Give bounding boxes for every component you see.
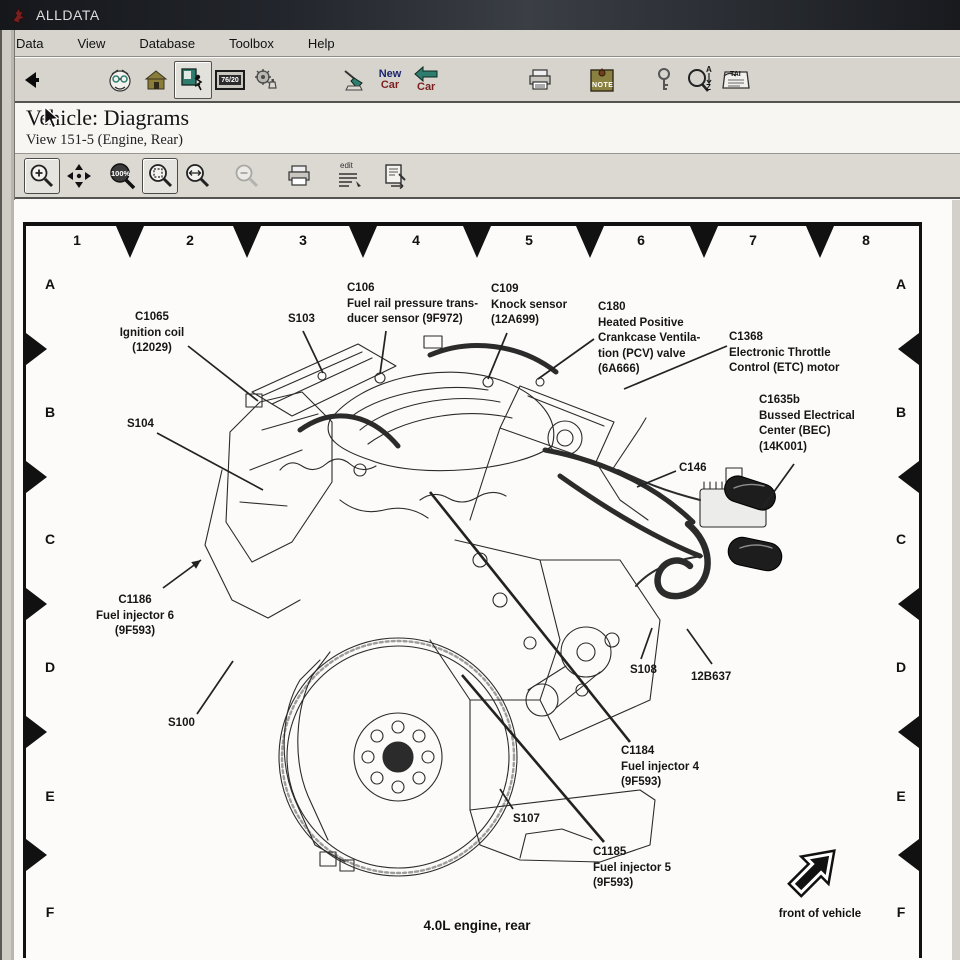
zoom-in-button[interactable] bbox=[24, 158, 60, 194]
zoom-region-button[interactable] bbox=[142, 158, 178, 194]
back-button[interactable] bbox=[14, 62, 50, 98]
new-car-button[interactable]: New Car bbox=[372, 62, 408, 98]
menu-bar: Data View Database Toolbox Help bbox=[0, 30, 960, 57]
menu-item-view[interactable]: View bbox=[73, 34, 109, 53]
shop-house-icon bbox=[143, 67, 169, 93]
heading-block: Vehicle: Diagrams View 151-5 (Engine, Re… bbox=[14, 103, 960, 153]
report-button[interactable] bbox=[378, 159, 412, 193]
wizard-face-icon bbox=[106, 66, 134, 94]
return-car-text: Car bbox=[417, 82, 435, 93]
printer-small-icon bbox=[286, 163, 312, 189]
note-text: NOTE bbox=[592, 82, 613, 89]
zoom-width-button[interactable] bbox=[180, 159, 214, 193]
zoom-region-icon bbox=[146, 162, 174, 190]
key-icon bbox=[653, 67, 675, 93]
edit-notes-button[interactable]: edit bbox=[332, 159, 366, 193]
print-diagram-button[interactable] bbox=[282, 159, 316, 193]
viewer-toolbar: 100% bbox=[14, 153, 960, 199]
catalog-button[interactable]: TAI bbox=[718, 62, 754, 98]
menu-item-toolbox[interactable]: Toolbox bbox=[225, 34, 278, 53]
shop-button[interactable] bbox=[138, 62, 174, 98]
new-car-bottom-text: Car bbox=[379, 80, 402, 91]
return-car-button[interactable]: Car bbox=[408, 62, 444, 98]
zoom-100-button[interactable]: 100% bbox=[106, 159, 140, 193]
pan-icon bbox=[65, 162, 93, 190]
data-screen-button[interactable] bbox=[174, 61, 212, 99]
return-arrow-icon bbox=[411, 65, 441, 83]
new-car-top-text: New bbox=[379, 69, 402, 80]
print-button[interactable] bbox=[522, 62, 558, 98]
window-frame-left bbox=[0, 30, 15, 960]
vehicle-wizard-button[interactable] bbox=[102, 62, 138, 98]
cleanup-button[interactable] bbox=[336, 62, 372, 98]
catalog-text: TAI bbox=[730, 71, 741, 78]
window-title: ALLDATA bbox=[36, 7, 100, 23]
title-bar: ALLDATA bbox=[0, 0, 960, 30]
mouse-cursor bbox=[42, 106, 62, 130]
zoom-100-text: 100% bbox=[111, 169, 130, 178]
zoom-out-icon bbox=[233, 162, 261, 190]
window-frame-right bbox=[951, 200, 960, 960]
search-z-text: Z bbox=[706, 84, 711, 92]
back-arrow-icon bbox=[21, 69, 43, 91]
page-title: Vehicle: Diagrams bbox=[26, 105, 960, 131]
page-subtitle: View 151-5 (Engine, Rear) bbox=[26, 132, 960, 149]
note-icon bbox=[588, 66, 616, 94]
printer-icon bbox=[527, 67, 553, 93]
new-car-icon: New Car bbox=[379, 69, 402, 91]
brush-icon bbox=[340, 66, 368, 94]
main-toolbar: 76/20 New Car bbox=[0, 58, 960, 103]
engine-parts-icon bbox=[252, 66, 280, 94]
zoom-width-icon bbox=[183, 162, 211, 190]
pan-button[interactable] bbox=[62, 159, 96, 193]
key-button[interactable] bbox=[646, 62, 682, 98]
engine-parts-button[interactable] bbox=[248, 62, 284, 98]
menu-item-database[interactable]: Database bbox=[135, 34, 199, 53]
menu-item-help[interactable]: Help bbox=[304, 34, 339, 53]
menu-item-data[interactable]: Data bbox=[12, 34, 47, 53]
search-button[interactable]: A Z bbox=[682, 62, 718, 98]
app-logo-icon bbox=[10, 6, 28, 24]
odometer-button[interactable]: 76/20 bbox=[212, 62, 248, 98]
notes-button[interactable]: NOTE bbox=[584, 62, 620, 98]
odometer-text: 76/20 bbox=[221, 77, 239, 84]
zoom-out-button[interactable] bbox=[230, 159, 264, 193]
diagram-viewport[interactable] bbox=[14, 200, 952, 960]
data-screen-icon bbox=[179, 66, 207, 94]
search-a-text: A bbox=[706, 66, 712, 74]
edit-text: edit bbox=[340, 161, 353, 170]
alldata-window: ALLDATA Data View Database Toolbox Help bbox=[0, 0, 960, 960]
zoom-in-icon bbox=[28, 162, 56, 190]
report-page-icon bbox=[381, 162, 409, 190]
